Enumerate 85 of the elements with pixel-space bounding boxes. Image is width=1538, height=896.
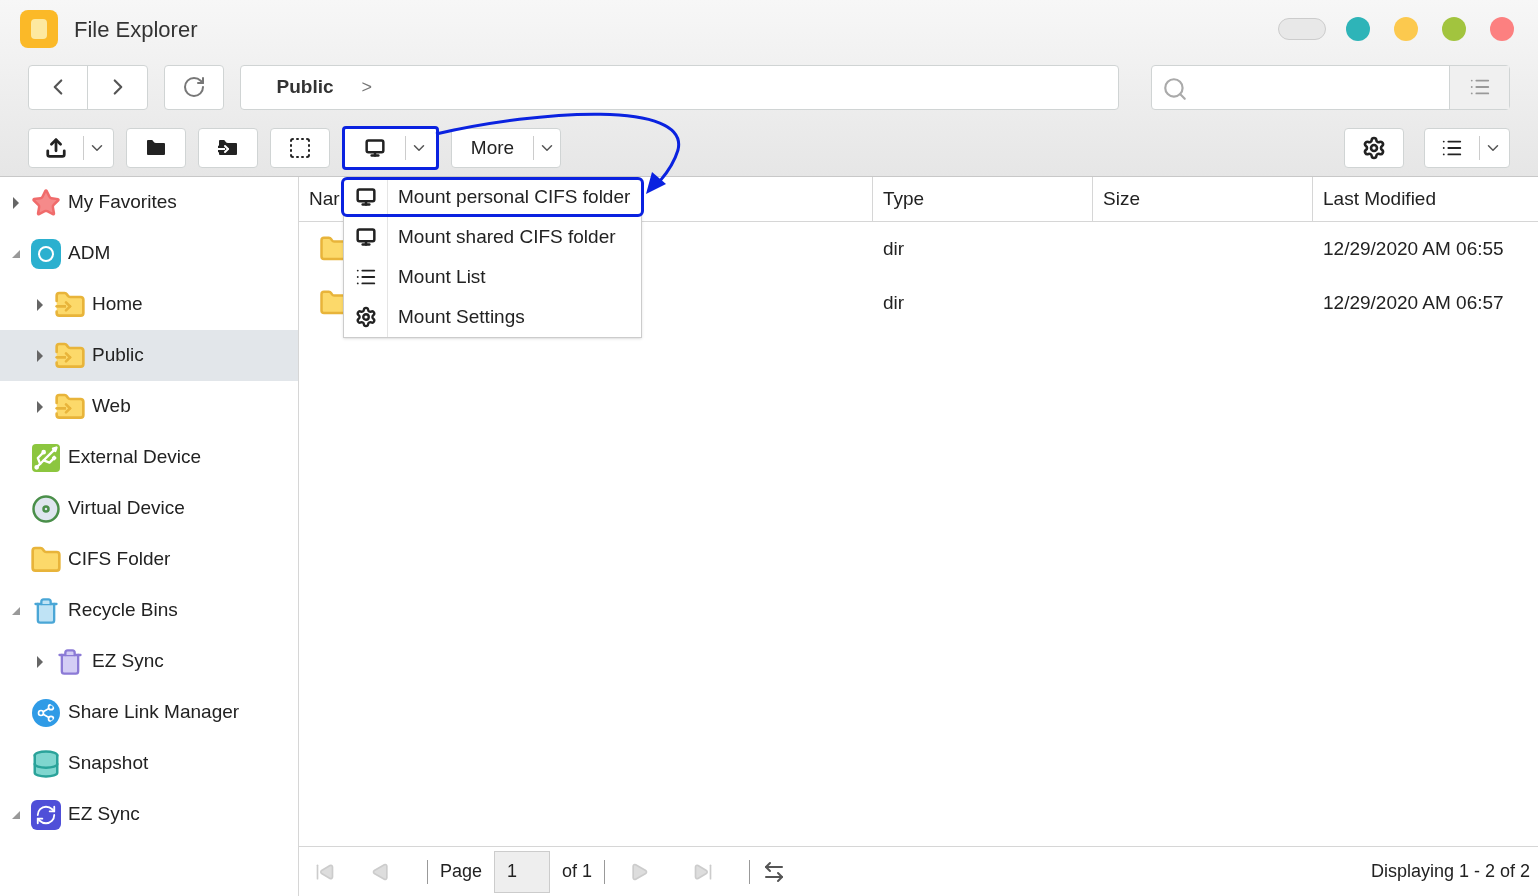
star-icon [31,187,61,218]
table-cell-text: 12/29/2020 AM 06:57 [1322,290,1505,315]
window-control-button[interactable] [1346,17,1370,41]
upload-icon [45,137,67,159]
tree-item[interactable]: EZ Sync [0,636,298,687]
tree-label: CIFS Folder [68,547,171,572]
expand-arrow-icon[interactable] [37,298,43,311]
tree-item[interactable]: My Favorites [0,177,298,228]
expand-arrow-icon[interactable] [37,349,43,362]
search-field[interactable] [1150,64,1510,110]
usb-drive-icon [32,443,60,472]
display-count: Displaying 1 - 2 of 2 [1370,860,1531,883]
refresh-button[interactable] [164,64,224,110]
share-icon [32,698,60,727]
window-control-button[interactable] [1394,17,1418,41]
breadcrumb-item[interactable]: Public [276,72,334,102]
tree-label: ADM [68,241,111,266]
breadcrumb-separator: > [361,75,373,99]
table-cell-text: 12/29/2020 AM 06:55 [1322,236,1505,261]
filter-button[interactable] [1449,65,1509,109]
tree-label: Web [92,394,131,419]
tree-item[interactable]: Public [0,330,298,381]
settings-button[interactable] [1344,128,1404,168]
column-header[interactable]: Last Modified [1313,177,1538,221]
collapse-arrow-icon[interactable] [12,810,20,819]
tree-item[interactable]: Snapshot [0,738,298,789]
new-folder-button[interactable] [126,128,186,168]
expand-arrow-icon[interactable] [37,655,43,668]
tree-label: Home [92,292,143,317]
tree-item[interactable]: EZ Sync [0,789,298,840]
page-field[interactable]: 1 [494,850,551,893]
dashed-square-icon [288,136,312,160]
settings-icon [354,306,377,328]
tree-label: Virtual Device [68,496,185,521]
collapse-arrow-icon[interactable] [12,606,20,615]
window-control-button[interactable] [1442,17,1466,41]
next-page-icon[interactable] [629,861,650,882]
previous-page-icon[interactable] [371,861,391,882]
menu-item[interactable]: Mount Settings [344,297,641,337]
collapse-arrow-icon[interactable] [12,249,20,258]
column-header[interactable]: Size [1093,177,1313,221]
tree-label: Recycle Bins [68,598,178,623]
table-cell-text: dir [882,290,906,315]
tree-item[interactable]: Virtual Device [0,483,298,534]
disc-icon [31,493,61,524]
settings-icon [1362,136,1386,160]
tree-item[interactable]: Home [0,279,298,330]
upload-button[interactable] [28,128,114,168]
view-mode-button[interactable] [1424,128,1510,168]
minimize-pill-button[interactable] [1278,18,1326,40]
move-folder-button[interactable] [198,128,258,168]
more-button[interactable]: More [451,128,561,168]
recycle-bin-icon [32,596,60,625]
tree-item[interactable]: External Device [0,432,298,483]
window-title: File Explorer [74,15,198,44]
tree-label: EZ Sync [68,802,140,827]
select-all-button[interactable] [270,128,330,168]
tree-label: Share Link Manager [68,700,240,725]
menu-item[interactable]: Mount personal CIFS folder [341,177,644,217]
tree-label: Snapshot [68,751,149,776]
tree-label: My Favorites [68,190,177,215]
mount-button[interactable] [342,126,439,170]
menu-item[interactable]: Mount List [344,257,641,297]
page-count: of 1 [562,860,593,883]
close-button[interactable] [1490,17,1514,41]
column-header[interactable]: Type [873,177,1093,221]
tree-label: EZ Sync [92,649,164,674]
tree-label: Public [92,343,144,368]
tree-item[interactable]: ADM [0,228,298,279]
expand-arrow-icon[interactable] [37,400,43,413]
tree-item[interactable]: Web [0,381,298,432]
page-label: Page [440,860,483,883]
table-cell-text: dir [882,236,906,261]
tree-item[interactable]: CIFS Folder [0,534,298,585]
sync-icon [31,799,61,830]
expand-arrow-icon[interactable] [13,196,19,209]
path-bar[interactable]: Public > [239,64,1119,110]
search-icon [1161,75,1188,102]
tree-label: External Device [68,445,202,470]
database-icon [31,748,61,779]
recycle-bin-icon [56,647,84,676]
app-logo-icon [20,10,58,48]
tree-item[interactable]: Recycle Bins [0,585,298,636]
tree-item[interactable]: Share Link Manager [0,687,298,738]
app-logo-icon [31,238,61,269]
